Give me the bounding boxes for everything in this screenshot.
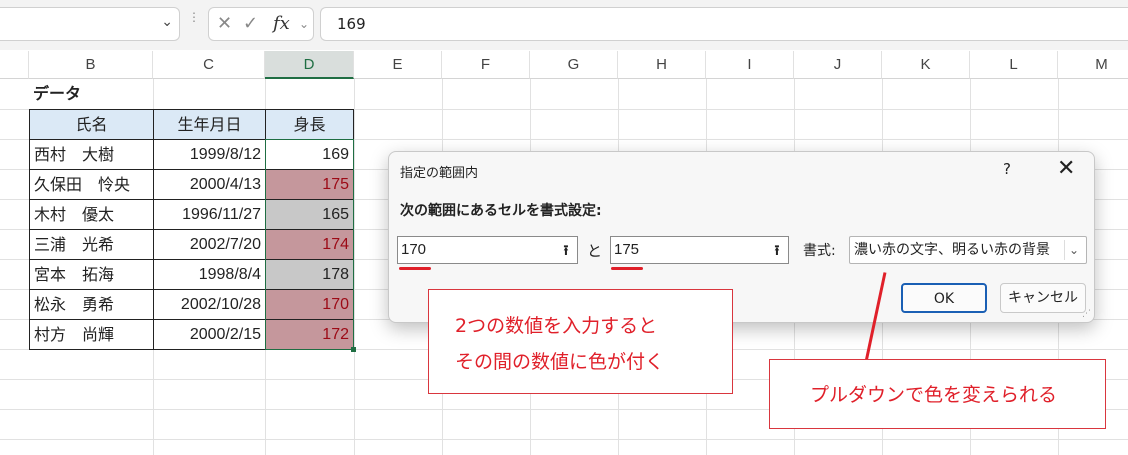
resize-grip-icon[interactable]: ⋰: [1082, 309, 1091, 319]
column-header-f[interactable]: F: [442, 51, 530, 79]
table-cell-name[interactable]: 久保田 怜央: [29, 169, 154, 200]
table-cell-height[interactable]: 165: [265, 199, 354, 230]
callout-text-line2: その間の数値に色が付く: [455, 351, 665, 373]
chevron-down-icon[interactable]: ⌄: [161, 14, 173, 30]
table-cell-name[interactable]: 三浦 光希: [29, 229, 154, 260]
table-cell-birthdate[interactable]: 1999/8/12: [153, 139, 266, 170]
callout-text: プルダウンで色を変えられる: [810, 384, 1058, 406]
annotation-callout-range: 2つの数値を入力すると その間の数値に色が付く: [428, 289, 733, 394]
formula-input[interactable]: 169: [320, 7, 1128, 41]
table-cell-name[interactable]: 宮本 拓海: [29, 259, 154, 290]
column-header-k[interactable]: K: [882, 51, 970, 79]
column-header-l[interactable]: L: [970, 51, 1058, 79]
formula-controls: ✕ ✓ fx ⌄: [208, 7, 314, 41]
table-cell-height[interactable]: 178: [265, 259, 354, 290]
table-cell-name[interactable]: 村方 尚輝: [29, 319, 154, 350]
table-cell-height-highlighted[interactable]: 172: [265, 319, 354, 350]
format-dropdown[interactable]: 濃い赤の文字、明るい赤の背景 ⌄: [849, 236, 1087, 264]
cancel-icon[interactable]: ✕: [217, 13, 232, 34]
from-value-text: 170: [401, 241, 427, 258]
column-header-b[interactable]: B: [29, 51, 153, 79]
gridline: [354, 79, 355, 455]
function-icon[interactable]: fx: [273, 13, 290, 34]
ok-button[interactable]: OK: [901, 283, 987, 313]
chevron-down-icon[interactable]: ⌄: [299, 17, 309, 31]
table-cell-birthdate[interactable]: 1998/8/4: [153, 259, 266, 290]
callout-text-line1: 2つの数値を入力すると: [455, 315, 658, 337]
table-cell-name[interactable]: 木村 優太: [29, 199, 154, 230]
help-button[interactable]: ?: [1003, 160, 1011, 178]
table-cell-height[interactable]: 169: [265, 139, 354, 170]
gridline: [0, 439, 1128, 440]
table-cell-height-highlighted[interactable]: 175: [265, 169, 354, 200]
annotation-callout-dropdown: プルダウンで色を変えられる: [769, 359, 1106, 429]
table-cell-name[interactable]: 松永 勇希: [29, 289, 154, 320]
range-select-icon[interactable]: ⭱: [768, 240, 786, 260]
column-header-g[interactable]: G: [530, 51, 618, 79]
column-header-c[interactable]: C: [153, 51, 265, 79]
fill-handle[interactable]: [351, 347, 356, 352]
annotation-underline: [611, 267, 643, 270]
section-title[interactable]: データ: [29, 79, 153, 109]
corner-header[interactable]: [0, 51, 29, 79]
to-value-input[interactable]: 175 ⭱: [610, 236, 789, 264]
cancel-button[interactable]: キャンセル: [1000, 283, 1086, 313]
confirm-icon[interactable]: ✓: [243, 13, 258, 34]
dialog-instruction: 次の範囲にあるセルを書式設定:: [400, 203, 602, 219]
chevron-down-icon[interactable]: ⌄: [1064, 240, 1083, 260]
to-value-text: 175: [614, 241, 640, 258]
name-box[interactable]: ⌄: [0, 7, 180, 41]
table-cell-birthdate[interactable]: 2002/10/28: [153, 289, 266, 320]
column-header-i[interactable]: I: [706, 51, 794, 79]
range-select-icon[interactable]: ⭱: [557, 240, 575, 260]
dialog-title: 指定の範囲内: [400, 166, 479, 181]
table-cell-birthdate[interactable]: 2002/7/20: [153, 229, 266, 260]
formula-bar: ⌄ ⋮ ✕ ✓ fx ⌄ 169: [0, 0, 1128, 50]
table-cell-birthdate[interactable]: 2000/4/13: [153, 169, 266, 200]
table-header-height[interactable]: 身長: [265, 109, 354, 140]
column-header-e[interactable]: E: [354, 51, 442, 79]
annotation-underline: [399, 267, 431, 270]
column-header-j[interactable]: J: [794, 51, 882, 79]
close-icon[interactable]: ✕: [1057, 156, 1075, 181]
table-cell-height-highlighted[interactable]: 170: [265, 289, 354, 320]
table-header-name[interactable]: 氏名: [29, 109, 154, 140]
formula-value: 169: [337, 15, 366, 33]
column-header-d[interactable]: D: [265, 51, 354, 79]
table-header-birthdate[interactable]: 生年月日: [153, 109, 266, 140]
format-label: 書式:: [803, 243, 836, 259]
column-header-h[interactable]: H: [618, 51, 706, 79]
to-label: と: [587, 242, 603, 260]
drag-handle-icon[interactable]: ⋮: [188, 11, 200, 34]
table-cell-name[interactable]: 西村 大樹: [29, 139, 154, 170]
table-cell-birthdate[interactable]: 2000/2/15: [153, 319, 266, 350]
table-cell-birthdate[interactable]: 1996/11/27: [153, 199, 266, 230]
format-selected-text: 濃い赤の文字、明るい赤の背景: [854, 242, 1050, 258]
table-cell-height-highlighted[interactable]: 174: [265, 229, 354, 260]
from-value-input[interactable]: 170 ⭱: [397, 236, 578, 264]
column-header-m[interactable]: M: [1058, 51, 1128, 79]
